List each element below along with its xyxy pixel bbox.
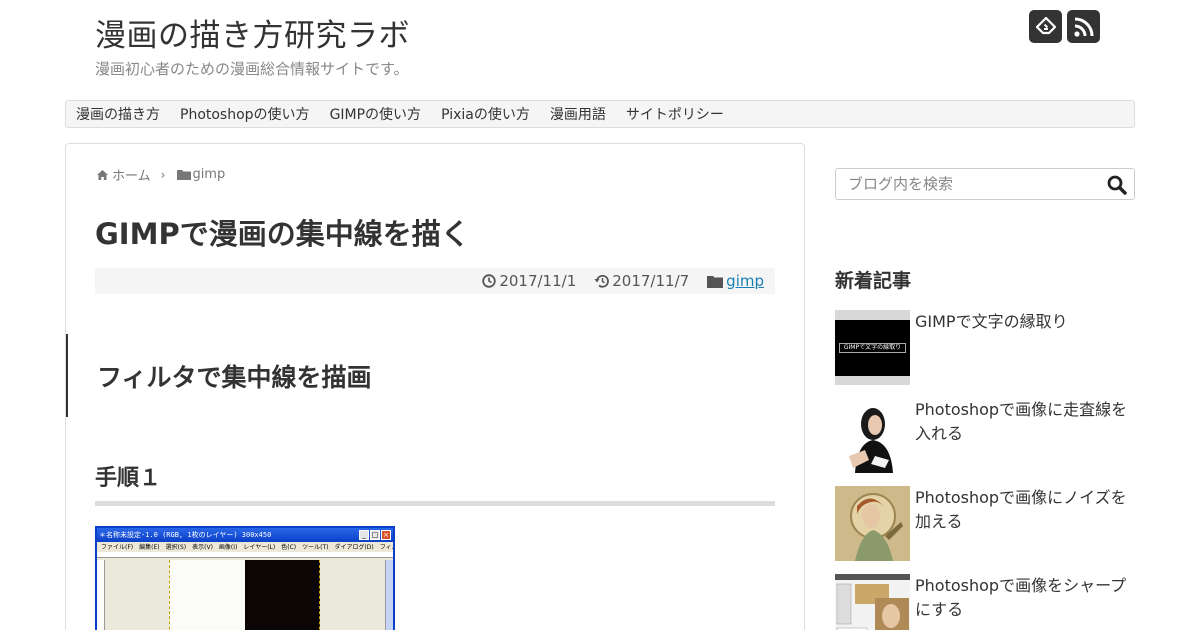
breadcrumb-home[interactable]: ホーム [96,165,151,184]
published-date-text: 2017/11/1 [499,272,577,290]
heading-underline [95,501,775,506]
new-post-thumbnail[interactable] [835,398,910,473]
search-button[interactable] [1106,174,1128,196]
article-title: GIMPで漫画の集中線を描く [95,217,470,251]
nav-item-glossary[interactable]: 漫画用語 [550,104,606,124]
gimp-menu-item: 色(C) [281,544,297,551]
new-post-thumbnail[interactable]: GIMPで文字の縁取り [835,310,910,385]
new-post-item[interactable]: Photoshopで画像に走査線を入れる [835,398,1135,474]
history-icon [594,274,610,288]
portrait-image [849,408,893,473]
clock-icon [482,274,497,288]
new-post-item[interactable]: GIMPで文字の縁取り GIMPで文字の縁取り [835,310,1135,386]
new-post-title[interactable]: Photoshopで画像をシャープにする [915,574,1130,622]
gimp-menu-item: 画像(I) [218,544,238,551]
rss-icon [1073,17,1093,37]
maximize-icon: □ [370,530,380,540]
gimp-screenshot-image: ＊名称未設定-1.0 (RGB, 1枚のレイヤー) 300x450 _ □ × … [95,526,395,630]
gimp-window-titlebar: ＊名称未設定-1.0 (RGB, 1枚のレイヤー) 300x450 _ □ × [97,528,393,542]
section-heading: フィルタで集中線を描画 [66,334,756,417]
gimp-menu-item: フィルタ(R) [379,544,393,551]
breadcrumb: ホーム › gimp [96,165,225,184]
minimize-icon: _ [359,530,369,540]
gimp-canvas [105,560,383,630]
new-post-title[interactable]: GIMPで文字の縁取り [915,310,1130,334]
new-post-title[interactable]: Photoshopで画像に走査線を入れる [915,398,1130,446]
gimp-menu-item: ツール(T) [302,544,329,551]
nav-item-pixia[interactable]: Pixiaの使い方 [441,104,530,124]
gimp-menu-item: 選択(S) [165,544,187,551]
canvas-black-area [245,560,320,630]
nav-item-gimp[interactable]: GIMPの使い方 [330,104,422,124]
rss-button[interactable] [1067,10,1100,43]
search-icon [1107,175,1127,195]
artwork-image [835,486,910,561]
new-post-title[interactable]: Photoshopで画像にノイズを加える [915,486,1130,534]
new-post-item[interactable]: Photoshopで画像をシャープにする [835,574,1135,630]
article-card: ホーム › gimp GIMPで漫画の集中線を描く 2017/11/1 2017… [65,143,805,630]
window-buttons: _ □ × [359,530,391,540]
search-input[interactable] [836,169,1096,199]
gimp-window-title: ＊名称未設定-1.0 (RGB, 1枚のレイヤー) 300x450 [99,531,272,539]
gimp-top-ruler [97,552,393,558]
canvas-white-area [169,560,245,630]
gimp-menu-item: ダイアログ(D) [334,544,374,551]
app-screenshot-image [835,574,910,630]
folder-icon [707,275,724,288]
new-post-thumbnail[interactable] [835,574,910,630]
breadcrumb-home-label: ホーム [112,169,151,184]
meta-category: gimp [707,272,764,290]
gimp-left-ruler [97,560,105,630]
gimp-scrollbar [385,560,393,630]
feedly-button[interactable] [1029,10,1062,43]
folder-icon [177,170,192,180]
updated-date-text: 2017/11/7 [612,272,690,290]
meta-category-link[interactable]: gimp [726,272,764,290]
site-title[interactable]: 漫画の描き方研究ラボ [95,10,410,55]
nav-item-manga-howto[interactable]: 漫画の描き方 [76,104,160,124]
site-description: 漫画初心者のための漫画総合情報サイトです。 [95,60,409,78]
nav-item-photoshop[interactable]: Photoshopの使い方 [180,104,310,124]
nav-item-site-policy[interactable]: サイトポリシー [626,104,724,124]
chevron-right-icon: › [160,167,166,182]
new-post-thumbnail[interactable] [835,486,910,561]
new-posts-heading: 新着記事 [835,270,912,292]
thumbnail-caption: GIMPで文字の縁取り [839,343,906,353]
breadcrumb-category[interactable]: gimp [177,167,225,182]
main-navigation: 漫画の描き方 Photoshopの使い方 GIMPの使い方 Pixiaの使い方 … [65,100,1135,128]
gimp-menubar: ファイル(F) 編集(E) 選択(S) 表示(V) 画像(I) レイヤー(L) … [97,542,393,552]
subsection-heading: 手順１ [95,466,162,491]
close-icon: × [381,530,391,540]
breadcrumb-category-label: gimp [192,167,226,182]
home-icon [97,169,108,180]
feedly-icon [1035,16,1056,34]
updated-date: 2017/11/7 [594,272,689,290]
post-meta: 2017/11/1 2017/11/7 gimp [95,268,775,294]
gimp-menu-item: 編集(E) [139,544,160,551]
search-form [835,168,1135,200]
published-date: 2017/11/1 [482,272,576,290]
gimp-menu-item: ファイル(F) [101,544,134,551]
gimp-menu-item: 表示(V) [192,544,213,551]
new-post-item[interactable]: Photoshopで画像にノイズを加える [835,486,1135,562]
gimp-menu-item: レイヤー(L) [243,544,276,551]
canvas-boundary [319,560,320,630]
